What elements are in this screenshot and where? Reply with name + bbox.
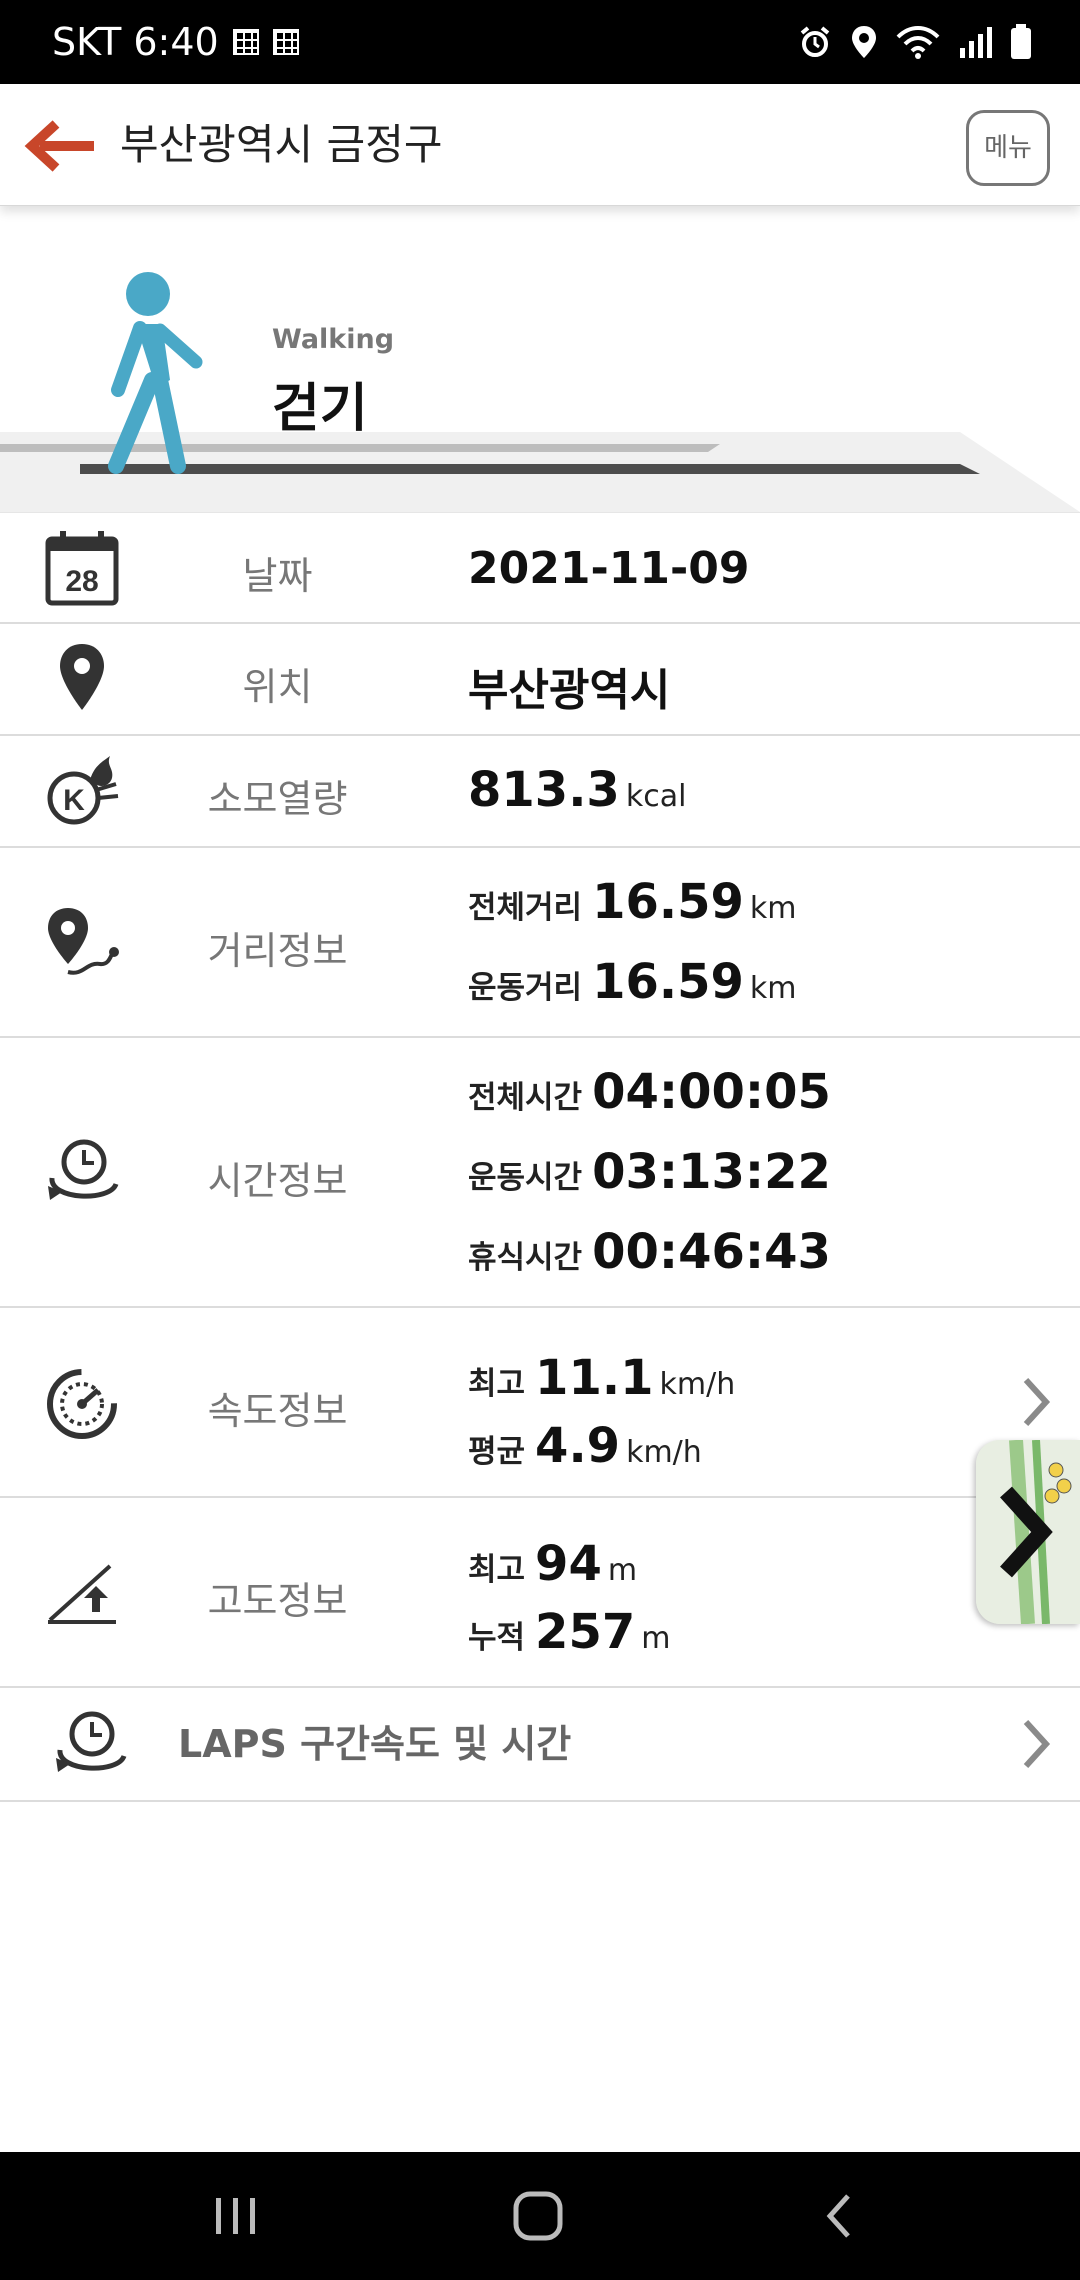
alarm-icon bbox=[800, 26, 830, 57]
location-row: 위치 부산광역시 bbox=[0, 624, 1080, 736]
max-speed: 최고 11.1 km/h bbox=[468, 1350, 735, 1406]
total-distance-value: 16.59 bbox=[592, 874, 744, 930]
activity-title: 걷기 bbox=[272, 379, 368, 439]
date-label: 날짜 bbox=[242, 554, 313, 598]
time-row: 시간정보 전체시간 04:00:05 운동시간 03:13:22 휴식시간 00:46… bbox=[0, 1038, 1080, 1308]
back-button[interactable] bbox=[22, 114, 96, 178]
calories-value: 813.3 bbox=[468, 762, 620, 818]
avg-speed-value: 4.9 bbox=[535, 1418, 621, 1474]
total-time: 전체시간 04:00:05 bbox=[468, 1064, 831, 1120]
total-distance-label: 전체거리 bbox=[468, 890, 583, 926]
location-icon bbox=[852, 26, 876, 58]
map-thumbnail-button[interactable] bbox=[976, 1440, 1080, 1624]
rest-time-label: 휴식시간 bbox=[468, 1240, 583, 1276]
altitude-label: 고도정보 bbox=[207, 1579, 348, 1623]
distance-label: 거리정보 bbox=[207, 929, 348, 973]
page-title: 부산광역시 금정구 bbox=[120, 120, 443, 169]
calories-unit: kcal bbox=[625, 779, 687, 814]
max-altitude-unit: m bbox=[607, 1553, 638, 1588]
exercise-time-value: 03:13:22 bbox=[592, 1144, 831, 1200]
avg-speed-unit: km/h bbox=[626, 1435, 702, 1470]
total-time-label: 전체시간 bbox=[468, 1080, 583, 1116]
location-pin-icon bbox=[60, 644, 104, 710]
calorie-flame-icon: K bbox=[47, 756, 119, 825]
exercise-distance: 운동거리 16.59 km bbox=[468, 954, 797, 1010]
max-speed-label: 최고 bbox=[468, 1366, 526, 1402]
chevron-right-icon bbox=[1023, 1719, 1051, 1769]
max-speed-unit: km/h bbox=[659, 1367, 736, 1402]
activity-subtitle: Walking bbox=[272, 324, 395, 355]
calories-label: 소모열량 bbox=[207, 777, 348, 821]
exercise-time-label: 운동시간 bbox=[468, 1160, 583, 1196]
exercise-time: 운동시간 03:13:22 bbox=[468, 1144, 831, 1200]
distance-row: 거리정보 전체거리 16.59 km 운동거리 16.59 km bbox=[0, 848, 1080, 1038]
rest-time: 휴식시간 00:46:43 bbox=[468, 1224, 831, 1280]
avg-speed: 평균 4.9 km/h bbox=[468, 1418, 702, 1474]
distance-route-icon bbox=[48, 908, 119, 975]
calendar-icon: 28 bbox=[45, 531, 119, 606]
status-bar: SKT 6:40 bbox=[0, 0, 1080, 84]
cumulative-altitude-label: 누적 bbox=[468, 1620, 526, 1656]
rest-time-value: 00:46:43 bbox=[592, 1224, 831, 1280]
activity-hero: Walking 걷기 bbox=[0, 206, 1080, 512]
calories-row: K 소모열량 813.3 kcal bbox=[0, 736, 1080, 848]
max-speed-value: 11.1 bbox=[535, 1350, 654, 1406]
speed-row[interactable]: 속도정보 최고 11.1 km/h 평균 4.9 km/h bbox=[0, 1308, 1080, 1498]
max-altitude-value: 94 bbox=[535, 1536, 602, 1592]
altitude-slope-icon bbox=[48, 1564, 116, 1624]
date-row: 28 날짜 2021-11-09 bbox=[0, 512, 1080, 624]
wifi-icon bbox=[896, 26, 940, 59]
laps-label: LAPS 구간속도 및 시간 bbox=[178, 1722, 572, 1766]
total-distance-unit: km bbox=[749, 891, 797, 926]
system-navigation-bar bbox=[0, 2152, 1080, 2280]
exercise-distance-label: 운동거리 bbox=[468, 970, 583, 1006]
svg-text:K: K bbox=[63, 784, 85, 817]
cumulative-altitude: 누적 257 m bbox=[468, 1604, 670, 1660]
home-icon[interactable] bbox=[508, 2186, 568, 2246]
battery-icon bbox=[1011, 24, 1031, 59]
laps-row[interactable]: LAPS 구간속도 및 시간 bbox=[0, 1688, 1080, 1802]
altitude-row: 고도정보 최고 94 m 누적 257 m bbox=[0, 1498, 1080, 1688]
chevron-right-icon bbox=[1023, 1377, 1051, 1427]
cumulative-altitude-value: 257 bbox=[535, 1604, 636, 1660]
exercise-distance-value: 16.59 bbox=[592, 954, 744, 1010]
walking-person-icon bbox=[108, 272, 203, 474]
app-bar: 부산광역시 금정구 메뉴 bbox=[0, 84, 1080, 206]
max-altitude-label: 최고 bbox=[468, 1552, 526, 1588]
total-time-value: 04:00:05 bbox=[592, 1064, 831, 1120]
speedometer-icon bbox=[47, 1369, 117, 1439]
max-altitude: 최고 94 m bbox=[468, 1536, 637, 1592]
speed-label: 속도정보 bbox=[207, 1389, 348, 1433]
total-distance: 전체거리 16.59 km bbox=[468, 874, 797, 930]
notification-icon bbox=[272, 29, 299, 55]
exercise-distance-unit: km bbox=[749, 971, 797, 1006]
date-value: 2021-11-09 bbox=[468, 543, 750, 594]
system-back-icon[interactable] bbox=[810, 2186, 870, 2246]
menu-button[interactable]: 메뉴 bbox=[966, 110, 1050, 186]
timer-icon bbox=[48, 1139, 119, 1200]
laps-timer-icon bbox=[56, 1711, 127, 1772]
svg-text:28: 28 bbox=[65, 565, 98, 598]
cumulative-altitude-unit: m bbox=[641, 1621, 671, 1656]
map-preview-image bbox=[976, 1440, 1080, 1624]
location-label: 위치 bbox=[242, 665, 313, 709]
recent-apps-icon[interactable] bbox=[206, 2186, 266, 2246]
avg-speed-label: 평균 bbox=[468, 1434, 526, 1470]
signal-icon bbox=[960, 27, 992, 58]
time-label: 시간정보 bbox=[207, 1159, 348, 1203]
status-carrier-time: SKT 6:40 bbox=[52, 20, 219, 64]
back-arrow-icon bbox=[24, 120, 94, 172]
notification-icon bbox=[232, 29, 259, 55]
calories-value-group: 813.3 kcal bbox=[468, 762, 686, 818]
location-value: 부산광역시 bbox=[468, 665, 671, 716]
